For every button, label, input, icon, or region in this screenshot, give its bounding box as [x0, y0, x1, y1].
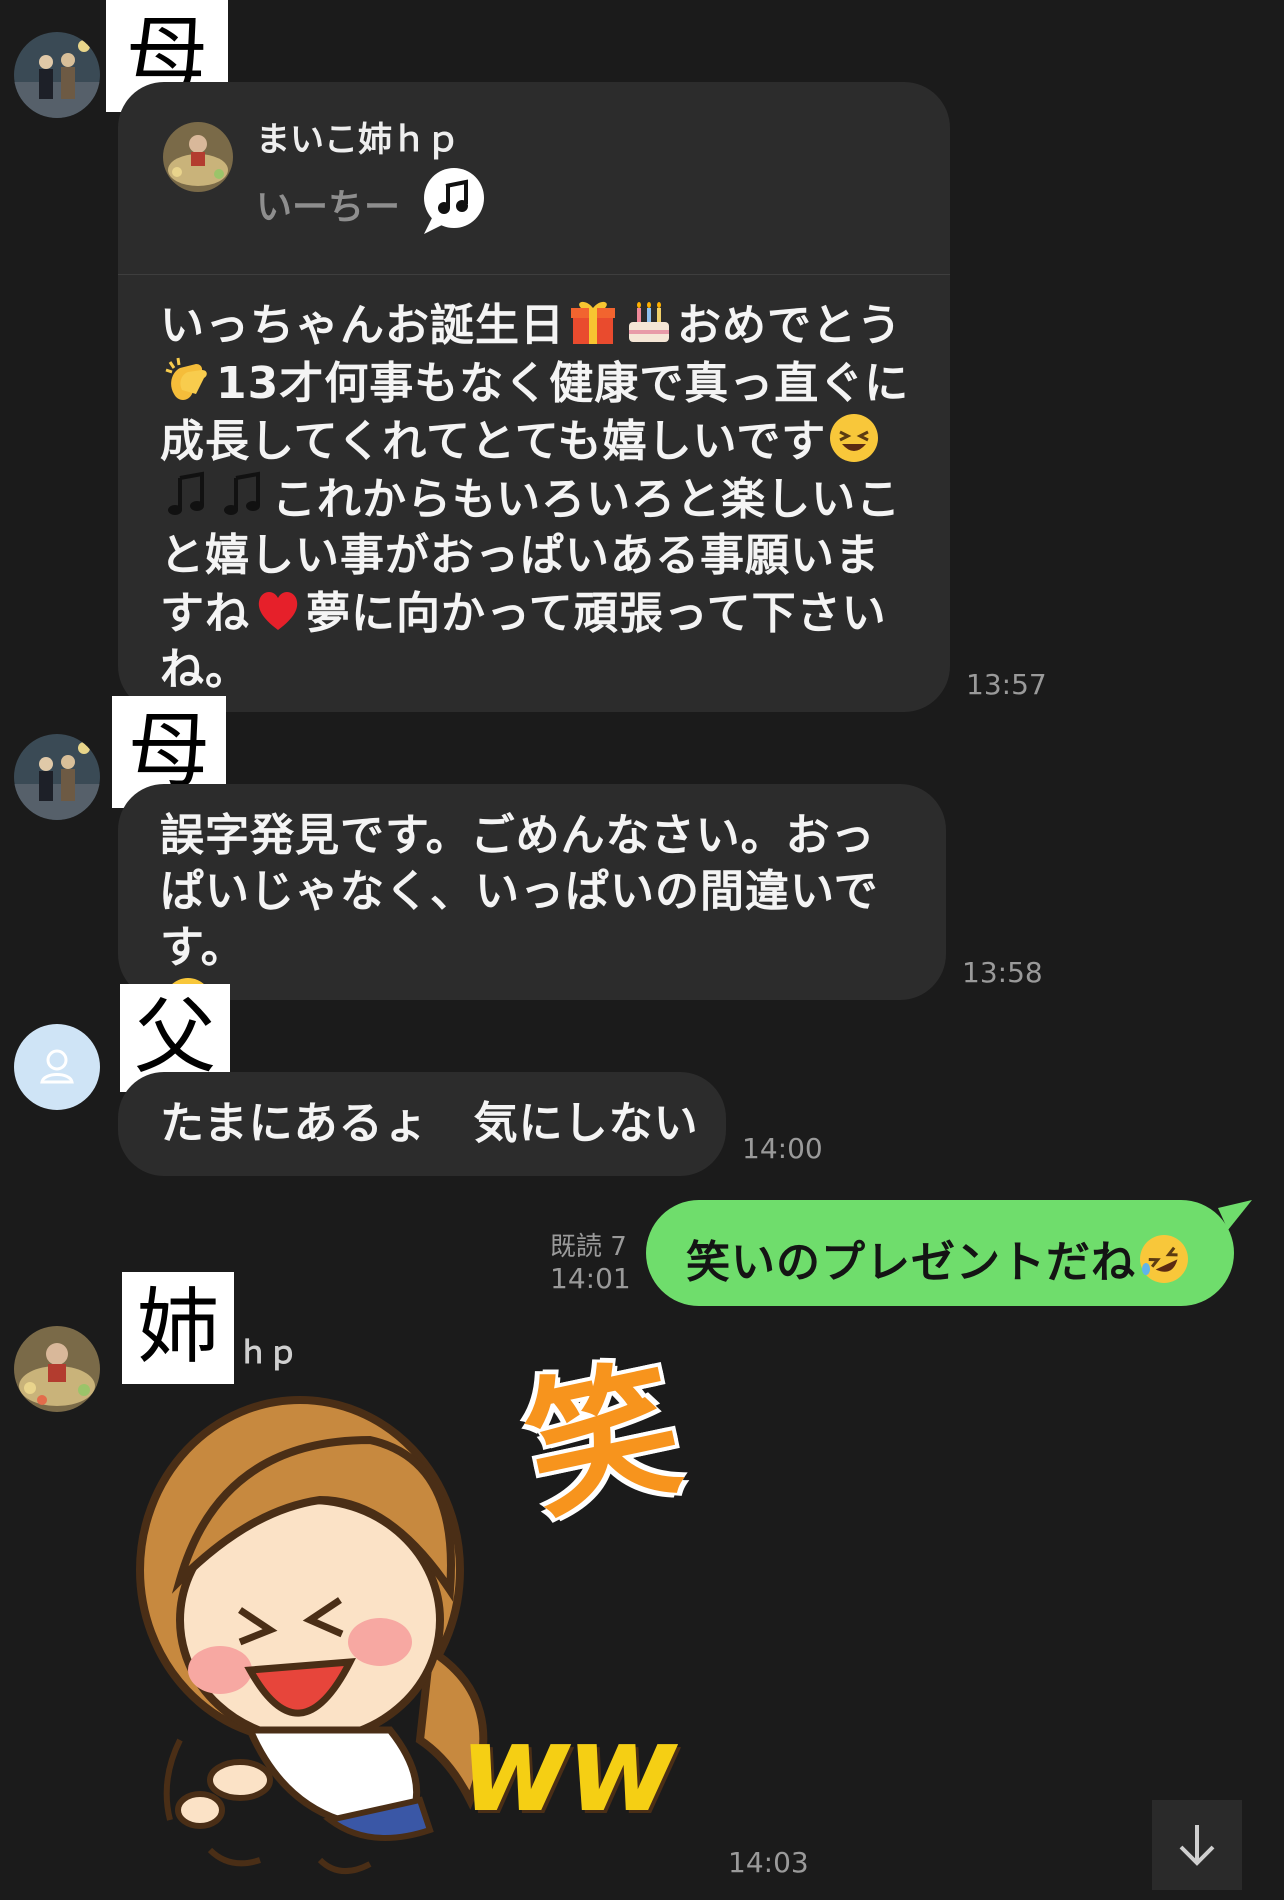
rofl-emoji	[1138, 1233, 1190, 1285]
quoted-sender-avatar	[163, 122, 233, 192]
music-note-emoji	[162, 470, 214, 522]
message-time: 14:03	[728, 1846, 809, 1879]
message-text: いっちゃんお誕生日 おめでとう 13才何事もなく健康で真っ直ぐに成長してくれてとて…	[160, 296, 920, 698]
message-time: 13:58	[962, 956, 1043, 989]
heart-emoji	[252, 584, 304, 636]
bubble-tail	[1218, 1200, 1252, 1230]
sender-avatar-mother[interactable]	[14, 734, 100, 820]
sender-avatar-father[interactable]	[14, 1024, 100, 1110]
quote-divider	[118, 274, 950, 275]
sticker-big-char: 笑	[511, 1340, 695, 1542]
message-time: 14:00	[742, 1132, 823, 1165]
message-bubble[interactable]: まいこ姉ｈｐ いーちー いっちゃんお誕生日 おめでとう 13才何事もなく健康で真っ…	[118, 82, 950, 712]
sender-avatar-sister[interactable]	[14, 1326, 100, 1412]
message-bubble[interactable]: たまにあるょ 気にしない	[118, 1072, 726, 1176]
text-segment: 13才何事もなく健康で真っ直ぐに成長してくれてとても嬉しいです	[160, 358, 910, 467]
text-segment: おめでとう	[677, 300, 902, 351]
person-icon	[40, 1049, 74, 1084]
clap-emoji	[162, 354, 214, 406]
text-segment: いっちゃんお誕生日	[160, 300, 565, 351]
laughing-emoji	[828, 412, 880, 464]
message-text: 笑いのプレゼントだね	[686, 1226, 1192, 1290]
music-note-emoji	[218, 470, 270, 522]
message-text: たまにあるょ 気にしない	[160, 1098, 699, 1149]
arrow-down-icon	[1179, 1825, 1215, 1866]
self-message-bubble[interactable]: 笑いのプレゼントだね	[646, 1200, 1252, 1306]
sender-name-suffix: ｈｐ	[238, 1336, 298, 1371]
sticker-ww-text: ww	[460, 1700, 678, 1839]
message-time: 13:57	[966, 668, 1047, 701]
sender-label: 姉	[122, 1272, 234, 1384]
message-bubble[interactable]: 誤字発見です。ごめんなさい。おっぱいじゃなく、いっぱいの間違いです。	[118, 784, 946, 1026]
quoted-sender-name: まいこ姉ｈｐ	[256, 120, 460, 160]
sender-avatar-mother[interactable]	[14, 32, 100, 118]
sticker-laughing-girl[interactable]: 笑 ww	[130, 1340, 730, 1880]
message-text: 誤字発見です。ごめんなさい。おっぱいじゃなく、いっぱいの間違いです。	[160, 808, 920, 1034]
quoted-message-preview: いーちー	[256, 187, 401, 228]
cake-emoji	[623, 296, 675, 348]
gift-emoji	[567, 296, 619, 348]
text-segment: 誤字発見です。ごめんなさい。おっぱいじゃなく、いっぱいの間違いです。	[160, 810, 879, 973]
text-segment: 笑いのプレゼントだね	[686, 1237, 1136, 1288]
scroll-to-bottom-button[interactable]	[1152, 1800, 1242, 1890]
message-time: 14:01	[550, 1262, 631, 1295]
music-note-icon	[418, 166, 490, 238]
read-receipt: 既読 7	[550, 1232, 627, 1262]
